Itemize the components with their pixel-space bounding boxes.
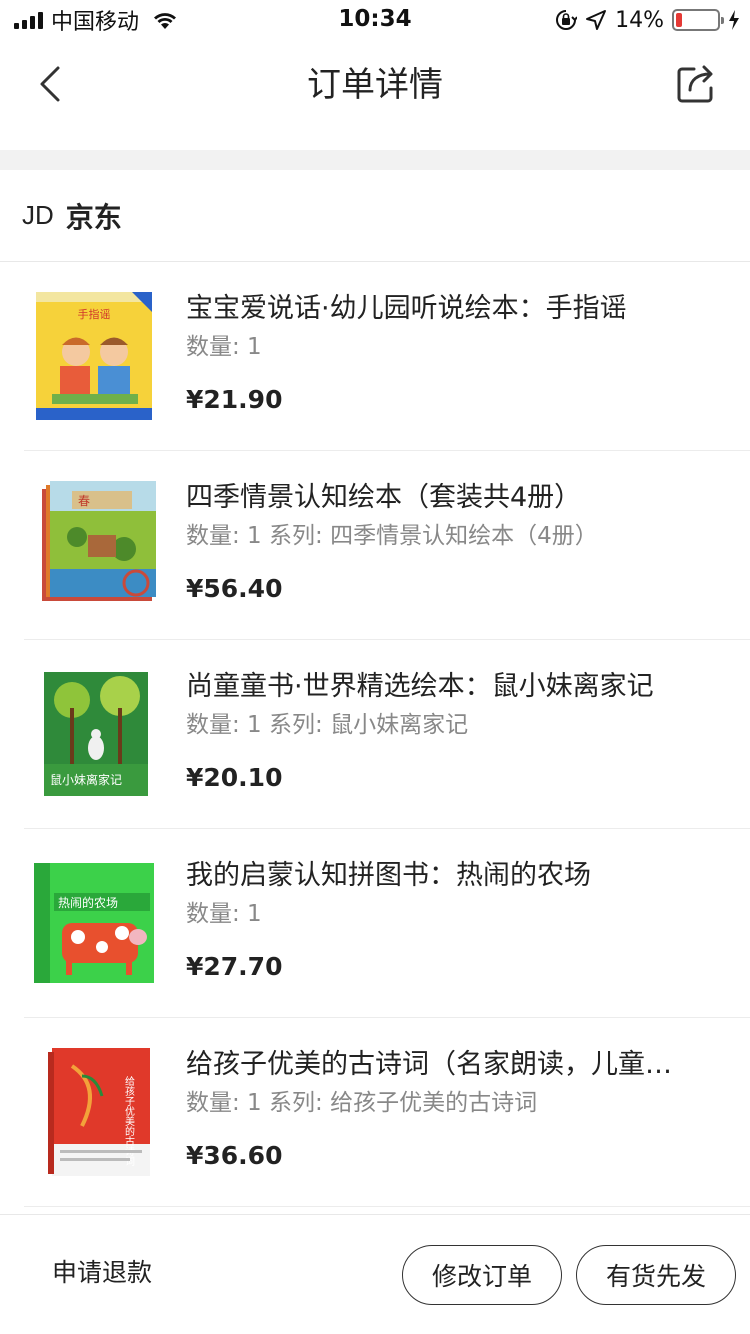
item-spec: 数量: 1 系列: 四季情景认知绘本（4册） bbox=[186, 523, 598, 549]
item-price: ¥36.60 bbox=[186, 1141, 283, 1170]
item-title: 宝宝爱说话·幼儿园听说绘本：手指谣 bbox=[186, 293, 627, 324]
cover-title: 鼠小妹离家记 bbox=[50, 772, 122, 787]
order-item-list: 手指谣 宝宝爱说话·幼儿园听说绘本：手指谣 数量: 1 ¥21.90 春 四季情… bbox=[0, 262, 750, 1207]
item-spec: 数量: 1 系列: 给孩子优美的古诗词 bbox=[186, 1090, 538, 1116]
cover-title: 春 bbox=[78, 494, 90, 508]
item-price: ¥20.10 bbox=[186, 763, 283, 792]
status-right: 14% bbox=[555, 6, 740, 34]
order-item[interactable]: 热闹的农场 我的启蒙认知拼图书：热闹的农场 数量: 1 ¥27.70 bbox=[24, 829, 750, 1018]
jd-logo: JD bbox=[22, 200, 54, 230]
shop-name: 京东 bbox=[65, 200, 122, 234]
battery-percent: 14% bbox=[615, 7, 664, 33]
status-bar: 中国移动 10:34 14% bbox=[0, 0, 750, 40]
item-spec: 数量: 1 bbox=[186, 334, 262, 360]
modify-order-button[interactable]: 修改订单 bbox=[402, 1245, 562, 1305]
order-item[interactable]: 给孩子优美的古诗词 给孩子优美的古诗词（名家朗读，儿童… 数量: 1 系列: 给… bbox=[24, 1018, 750, 1207]
item-price: ¥56.40 bbox=[186, 574, 283, 603]
bottom-action-bar: 申请退款 修改订单 有货先发 bbox=[0, 1214, 750, 1334]
item-title: 四季情景认知绘本（套装共4册） bbox=[186, 482, 582, 513]
ship-available-first-button[interactable]: 有货先发 bbox=[576, 1245, 736, 1305]
book-cover-image: 给孩子优美的古诗词 bbox=[48, 1048, 150, 1176]
share-icon[interactable] bbox=[672, 60, 720, 108]
book-cover-image: 春 bbox=[42, 481, 156, 601]
battery-icon bbox=[672, 9, 724, 31]
orientation-lock-icon bbox=[556, 10, 578, 30]
shop-header[interactable]: JD 京东 bbox=[0, 170, 750, 262]
book-cover-image: 热闹的农场 bbox=[34, 863, 154, 983]
item-price: ¥21.90 bbox=[186, 385, 283, 414]
cover-title: 手指谣 bbox=[78, 307, 111, 321]
book-cover-image: 鼠小妹离家记 bbox=[44, 672, 148, 796]
item-spec: 数量: 1 系列: 鼠小妹离家记 bbox=[186, 712, 469, 738]
section-divider bbox=[0, 150, 750, 170]
nav-bar: 订单详情 bbox=[0, 40, 750, 150]
item-title: 给孩子优美的古诗词（名家朗读，儿童… bbox=[186, 1049, 672, 1080]
cover-title: 热闹的农场 bbox=[58, 895, 118, 910]
location-icon bbox=[586, 10, 607, 30]
book-cover-image: 手指谣 bbox=[36, 292, 152, 420]
item-title: 尚童童书·世界精选绘本：鼠小妹离家记 bbox=[186, 671, 654, 702]
order-item[interactable]: 手指谣 宝宝爱说话·幼儿园听说绘本：手指谣 数量: 1 ¥21.90 bbox=[24, 262, 750, 451]
item-spec: 数量: 1 bbox=[186, 901, 262, 927]
battery-level bbox=[676, 13, 682, 27]
order-item[interactable]: 春 四季情景认知绘本（套装共4册） 数量: 1 系列: 四季情景认知绘本（4册）… bbox=[24, 451, 750, 640]
charging-icon bbox=[729, 10, 739, 30]
item-title: 我的启蒙认知拼图书：热闹的农场 bbox=[186, 860, 591, 891]
order-item[interactable]: 鼠小妹离家记 尚童童书·世界精选绘本：鼠小妹离家记 数量: 1 系列: 鼠小妹离… bbox=[24, 640, 750, 829]
page-title: 订单详情 bbox=[307, 65, 443, 105]
item-price: ¥27.70 bbox=[186, 952, 283, 981]
refund-link[interactable]: 申请退款 bbox=[52, 1253, 152, 1289]
